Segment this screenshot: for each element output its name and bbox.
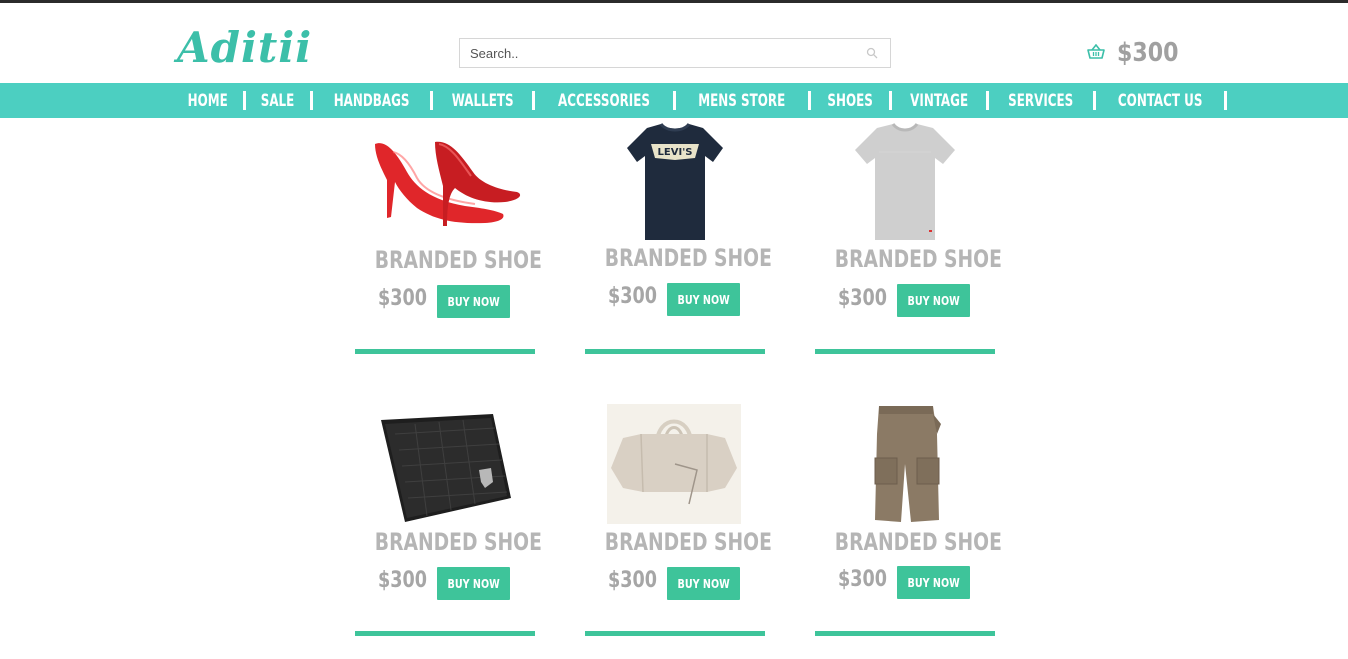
nav-link-shoes[interactable]: SHOES: [824, 91, 876, 111]
card-underline: [815, 349, 995, 354]
nav-link-sale[interactable]: SALE: [258, 91, 298, 111]
buy-now-button[interactable]: BUY NOW: [437, 567, 510, 600]
nav-item-shoes: SHOES: [817, 83, 898, 118]
nav-separator: [243, 91, 247, 110]
nav-link-mens-store[interactable]: MENS STORE: [695, 91, 788, 111]
site-header: Aditii $300: [0, 3, 1348, 83]
nav-list: HOME SALE HANDBAGS WALLETS ACCESSORIES M…: [178, 83, 1233, 118]
cargo-shorts-image[interactable]: [815, 404, 995, 524]
buy-now-button[interactable]: BUY NOW: [667, 567, 740, 600]
red-high-heels-image[interactable]: [355, 122, 535, 242]
product-card: BRANDED SHOE $300 BUY NOW: [355, 122, 542, 357]
buy-now-label: BUY NOW: [907, 293, 960, 308]
card-underline: [355, 349, 535, 354]
nav-item-vintage: VINTAGE: [898, 83, 995, 118]
product-card: BRANDED SHOE $300 BUY NOW: [815, 122, 1002, 357]
product-title[interactable]: BRANDED SHOE: [375, 528, 542, 556]
search-input[interactable]: [460, 39, 860, 67]
beige-handbag-image[interactable]: [585, 404, 765, 524]
card-underline: [585, 349, 765, 354]
buy-now-label: BUY NOW: [677, 292, 730, 307]
buy-now-button[interactable]: BUY NOW: [437, 285, 510, 318]
search-box: [459, 38, 891, 68]
levis-tshirt-image[interactable]: LEVI'S: [585, 122, 765, 242]
product-price: $300: [378, 286, 427, 311]
nav-item-sale: SALE: [252, 83, 318, 118]
buy-now-button[interactable]: BUY NOW: [667, 283, 740, 316]
basket-icon[interactable]: [1087, 44, 1105, 60]
nav-separator: [673, 91, 677, 110]
nav-separator: [429, 91, 433, 110]
black-wallet-image[interactable]: [355, 404, 535, 524]
search-icon[interactable]: [866, 47, 878, 59]
nav-link-accessories[interactable]: ACCESSORIES: [555, 91, 653, 111]
product-price: $300: [838, 567, 887, 592]
product-card: LEVI'S BRANDED SHOE $300 BUY NOW: [585, 122, 772, 357]
nav-separator: [1092, 91, 1096, 110]
product-price: $300: [608, 284, 657, 309]
nav-item-accessories: ACCESSORIES: [541, 83, 682, 118]
product-title[interactable]: BRANDED SHOE: [835, 528, 1002, 556]
main-nav: HOME SALE HANDBAGS WALLETS ACCESSORIES M…: [0, 83, 1348, 118]
nav-item-mens-store: MENS STORE: [682, 83, 817, 118]
product-title[interactable]: BRANDED SHOE: [605, 528, 772, 556]
nav-item-handbags: HANDBAGS: [319, 83, 439, 118]
nav-link-services[interactable]: SERVICES: [1005, 91, 1076, 111]
card-underline: [355, 631, 535, 636]
nav-link-wallets[interactable]: WALLETS: [448, 91, 516, 111]
cart-total: $300: [1117, 38, 1179, 68]
nav-item-wallets: WALLETS: [439, 83, 541, 118]
grey-tshirt-image[interactable]: [815, 122, 995, 242]
nav-link-contact-us[interactable]: CONTACT US: [1114, 91, 1205, 111]
product-card: BRANDED SHOE $300 BUY NOW: [355, 404, 542, 639]
buy-now-button[interactable]: BUY NOW: [897, 284, 970, 317]
nav-separator: [1223, 91, 1227, 110]
nav-separator: [807, 91, 811, 110]
product-price: $300: [838, 286, 887, 311]
nav-link-vintage[interactable]: VINTAGE: [907, 91, 971, 111]
site-logo[interactable]: Aditii: [177, 23, 312, 73]
product-title[interactable]: BRANDED SHOE: [375, 246, 542, 274]
nav-item-contact-us: CONTACT US: [1102, 83, 1233, 118]
nav-separator: [532, 91, 536, 110]
tshirt-print: LEVI'S: [658, 147, 693, 158]
nav-item-home: HOME: [178, 83, 252, 118]
nav-link-home[interactable]: HOME: [185, 91, 231, 111]
card-underline: [815, 631, 995, 636]
buy-now-label: BUY NOW: [677, 576, 730, 591]
product-title[interactable]: BRANDED SHOE: [835, 245, 1002, 273]
nav-separator: [888, 91, 892, 110]
nav-separator: [309, 91, 313, 110]
product-title[interactable]: BRANDED SHOE: [605, 244, 772, 272]
nav-item-services: SERVICES: [995, 83, 1101, 118]
product-card: BRANDED SHOE $300 BUY NOW: [585, 404, 772, 639]
buy-now-button[interactable]: BUY NOW: [897, 566, 970, 599]
product-price: $300: [608, 568, 657, 593]
buy-now-label: BUY NOW: [907, 575, 960, 590]
product-card: BRANDED SHOE $300 BUY NOW: [815, 404, 1002, 639]
nav-link-handbags[interactable]: HANDBAGS: [330, 91, 412, 111]
card-underline: [585, 631, 765, 636]
buy-now-label: BUY NOW: [447, 576, 500, 591]
product-price: $300: [378, 568, 427, 593]
nav-separator: [986, 91, 990, 110]
buy-now-label: BUY NOW: [447, 294, 500, 309]
